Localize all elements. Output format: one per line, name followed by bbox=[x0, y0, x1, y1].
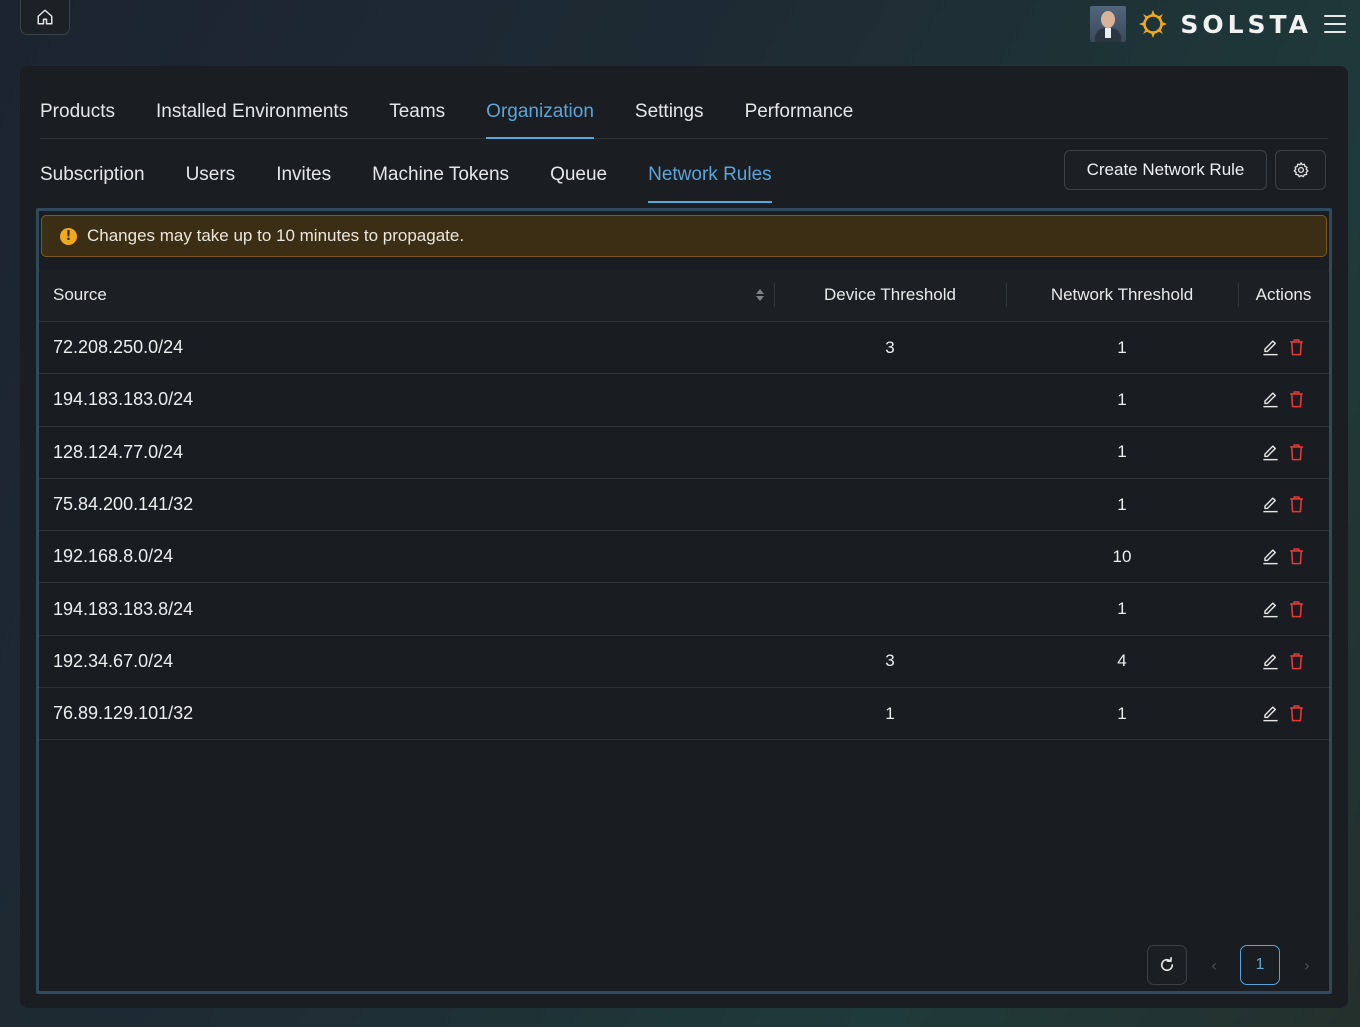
network-threshold-cell: 1 bbox=[1117, 494, 1127, 514]
alert-message: Changes may take up to 10 minutes to pro… bbox=[87, 226, 465, 245]
tab-subscription[interactable]: Subscription bbox=[40, 160, 145, 202]
source-cell: 192.168.8.0/24 bbox=[53, 546, 174, 567]
sort-icon[interactable] bbox=[756, 289, 764, 301]
network-threshold-cell: 1 bbox=[1117, 442, 1127, 462]
tab-teams[interactable]: Teams bbox=[389, 96, 445, 138]
actions-cell bbox=[1238, 322, 1329, 373]
delete-icon[interactable] bbox=[1287, 651, 1307, 671]
actions-cell bbox=[1238, 688, 1329, 739]
source-cell: 76.89.129.101/32 bbox=[53, 703, 194, 724]
gear-icon bbox=[1293, 162, 1309, 178]
source-cell: 194.183.183.0/24 bbox=[53, 389, 194, 410]
network-threshold-cell: 10 bbox=[1112, 546, 1132, 566]
table-row: 75.84.200.141/32 1 bbox=[39, 479, 1329, 532]
refresh-button[interactable] bbox=[1147, 945, 1187, 985]
device-threshold-cell: 3 bbox=[885, 337, 895, 357]
tab-queue[interactable]: Queue bbox=[550, 160, 607, 202]
sun-logo-icon bbox=[1139, 10, 1168, 38]
actions-cell bbox=[1238, 427, 1329, 478]
table-row: 192.34.67.0/24 3 4 bbox=[39, 636, 1329, 689]
propagation-alert: ! Changes may take up to 10 minutes to p… bbox=[41, 215, 1327, 257]
edit-icon[interactable] bbox=[1261, 547, 1281, 567]
hamburger-menu-icon[interactable] bbox=[1324, 15, 1346, 33]
column-header-actions: Actions bbox=[1238, 269, 1329, 321]
column-header-device-threshold: Device Threshold bbox=[774, 269, 1006, 321]
avatar[interactable] bbox=[1090, 6, 1127, 42]
edit-icon[interactable] bbox=[1261, 390, 1281, 410]
source-cell: 128.124.77.0/24 bbox=[53, 441, 184, 462]
delete-icon[interactable] bbox=[1287, 390, 1307, 410]
network-threshold-cell: 1 bbox=[1117, 337, 1127, 357]
device-threshold-cell bbox=[774, 531, 1006, 582]
delete-icon[interactable] bbox=[1287, 495, 1307, 515]
network-threshold-cell: 1 bbox=[1117, 389, 1127, 409]
network-rules-table: ! Changes may take up to 10 minutes to p… bbox=[36, 208, 1332, 994]
actions-cell bbox=[1238, 374, 1329, 425]
actions-cell bbox=[1238, 531, 1329, 582]
table-row: 194.183.183.8/24 1 bbox=[39, 583, 1329, 636]
source-cell: 194.183.183.8/24 bbox=[53, 598, 194, 619]
edit-icon[interactable] bbox=[1261, 442, 1281, 462]
edit-icon[interactable] bbox=[1261, 704, 1281, 724]
device-threshold-cell bbox=[774, 374, 1006, 425]
table-row: 128.124.77.0/24 1 bbox=[39, 427, 1329, 479]
tab-organization[interactable]: Organization bbox=[486, 96, 594, 139]
tab-invites[interactable]: Invites bbox=[276, 160, 331, 202]
tab-settings[interactable]: Settings bbox=[635, 96, 704, 138]
column-source-label: Source bbox=[53, 285, 107, 304]
table-header: Source Device Threshold Network Threshol… bbox=[39, 269, 1329, 322]
settings-button[interactable] bbox=[1275, 150, 1326, 190]
page-number-current[interactable]: 1 bbox=[1240, 945, 1280, 985]
delete-icon[interactable] bbox=[1287, 599, 1307, 619]
source-cell: 192.34.67.0/24 bbox=[53, 650, 174, 671]
network-threshold-cell: 1 bbox=[1117, 599, 1127, 619]
warning-icon: ! bbox=[60, 227, 77, 245]
network-threshold-cell: 1 bbox=[1117, 703, 1127, 723]
main-panel: Products Installed Environments Teams Or… bbox=[20, 66, 1348, 1008]
secondary-tabs: Subscription Users Invites Machine Token… bbox=[40, 160, 772, 203]
edit-icon[interactable] bbox=[1261, 495, 1281, 515]
previous-page-button[interactable]: ‹ bbox=[1204, 955, 1224, 975]
delete-icon[interactable] bbox=[1287, 442, 1307, 462]
device-threshold-cell bbox=[774, 479, 1006, 530]
tab-network-rules[interactable]: Network Rules bbox=[648, 160, 772, 203]
device-threshold-cell: 3 bbox=[885, 651, 895, 671]
network-threshold-cell: 4 bbox=[1117, 651, 1127, 671]
brand-name: SOLSTA bbox=[1180, 9, 1312, 39]
source-cell: 75.84.200.141/32 bbox=[53, 494, 194, 515]
actions-cell bbox=[1238, 583, 1329, 634]
device-threshold-cell bbox=[774, 427, 1006, 478]
tab-machine-tokens[interactable]: Machine Tokens bbox=[372, 160, 509, 202]
delete-icon[interactable] bbox=[1287, 704, 1307, 724]
edit-icon[interactable] bbox=[1261, 338, 1281, 358]
tab-products[interactable]: Products bbox=[40, 96, 115, 138]
column-header-source[interactable]: Source bbox=[39, 269, 774, 321]
table-row: 194.183.183.0/24 1 bbox=[39, 374, 1329, 427]
create-network-rule-button[interactable]: Create Network Rule bbox=[1064, 150, 1267, 190]
column-header-network-threshold: Network Threshold bbox=[1006, 269, 1238, 321]
refresh-icon bbox=[1160, 957, 1174, 972]
table-row: 76.89.129.101/32 1 1 bbox=[39, 688, 1329, 741]
delete-icon[interactable] bbox=[1287, 338, 1307, 358]
device-threshold-cell: 1 bbox=[885, 703, 895, 723]
table-row: 72.208.250.0/24 3 1 bbox=[39, 322, 1329, 375]
primary-tabs: Products Installed Environments Teams Or… bbox=[40, 96, 1328, 139]
tab-users[interactable]: Users bbox=[186, 160, 236, 202]
device-threshold-cell bbox=[774, 583, 1006, 634]
delete-icon[interactable] bbox=[1287, 547, 1307, 567]
next-page-button[interactable]: › bbox=[1297, 955, 1317, 975]
table-row: 192.168.8.0/24 10 bbox=[39, 531, 1329, 584]
tab-performance[interactable]: Performance bbox=[745, 96, 854, 138]
brand-area: SOLSTA bbox=[1090, 6, 1346, 42]
table-body: 72.208.250.0/24 3 1 194.183.183.0/24 1 128.12… bbox=[39, 322, 1329, 741]
actions-cell bbox=[1238, 636, 1329, 687]
edit-icon[interactable] bbox=[1261, 651, 1281, 671]
home-icon bbox=[37, 9, 53, 25]
tab-installed-environments[interactable]: Installed Environments bbox=[156, 96, 348, 138]
edit-icon[interactable] bbox=[1261, 599, 1281, 619]
actions-cell bbox=[1238, 479, 1329, 530]
source-cell: 72.208.250.0/24 bbox=[53, 337, 184, 358]
home-button[interactable] bbox=[20, 0, 70, 35]
